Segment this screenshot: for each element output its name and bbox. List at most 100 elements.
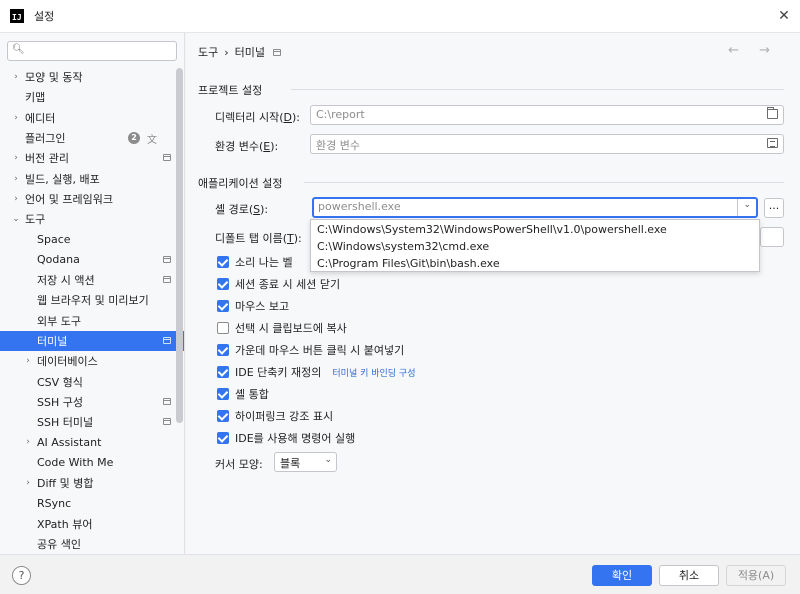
sidebar-item[interactable]: › AI Assistant (0, 432, 184, 452)
chevron-down-icon[interactable]: ⌄ (11, 214, 21, 224)
shell-path-option[interactable]: C:\Program Files\Git\bin\bash.exe (311, 255, 759, 272)
checkbox-row[interactable]: IDE 단축키 재정의 터미널 키 바인딩 구성 (217, 364, 416, 380)
sidebar-item[interactable]: 키맵 (0, 87, 184, 107)
sidebar-item-label: 터미널 (37, 335, 68, 348)
chevron-right-icon[interactable]: › (11, 174, 21, 184)
shell-path-option[interactable]: C:\Windows\system32\cmd.exe (311, 238, 759, 255)
sidebar-item[interactable]: 외부 도구 (0, 311, 184, 331)
chevron-right-icon[interactable]: › (11, 72, 21, 82)
sidebar-item[interactable]: RSync (0, 493, 184, 513)
project-scope-icon (163, 154, 171, 162)
sidebar-item[interactable]: Code With Me (0, 453, 184, 473)
configure-keybindings-link[interactable]: 터미널 키 바인딩 구성 (332, 366, 415, 379)
checkbox-checked[interactable] (217, 278, 229, 290)
project-scope-icon (163, 336, 171, 344)
start-directory-input[interactable]: C:\report (310, 105, 784, 125)
sidebar-item[interactable]: ⌄ 도구 (0, 209, 184, 229)
default-tab-name-input[interactable] (760, 227, 784, 247)
edit-list-icon[interactable] (767, 138, 778, 148)
checkbox-checked[interactable] (217, 388, 229, 400)
checkbox-row[interactable]: IDE를 사용해 명령어 실행 (217, 430, 355, 446)
sidebar-item[interactable]: SSH 구성 (0, 392, 184, 412)
sidebar-item[interactable]: 터미널 (0, 330, 184, 352)
sidebar-item-label: 플러그인 (25, 132, 66, 146)
checkbox-checked[interactable] (217, 344, 229, 356)
checkbox-checked[interactable] (217, 256, 229, 268)
start-directory-label: 디렉터리 시작(D): (215, 111, 300, 124)
sidebar-item-label: Diff 및 병합 (37, 477, 94, 491)
checkbox-unchecked[interactable] (217, 322, 229, 334)
shell-path-dropdown: C:\Windows\System32\WindowsPowerShell\v1… (310, 219, 760, 272)
window-title: 설정 (34, 10, 55, 23)
chevron-right-icon[interactable]: › (11, 194, 21, 204)
environment-variables-input[interactable]: 환경 변수 (310, 134, 784, 154)
sidebar-item[interactable]: › 데이터베이스 (0, 351, 184, 371)
chevron-right-icon[interactable]: › (23, 437, 33, 447)
sidebar-item[interactable]: XPath 뷰어 (0, 514, 184, 534)
checkbox-row[interactable]: 선택 시 클립보드에 복사 (217, 320, 347, 336)
close-icon[interactable]: ✕ (776, 8, 792, 24)
sidebar-item[interactable]: › 버전 관리 (0, 148, 184, 168)
environment-variables-label: 환경 변수(E): (215, 140, 279, 153)
sidebar-item-label: Code With Me (37, 456, 114, 470)
sidebar-item[interactable]: › 빌드, 실행, 배포 (0, 168, 184, 188)
checkbox-row[interactable]: 셸 통합 (217, 386, 269, 402)
checkbox-checked[interactable] (217, 300, 229, 312)
sidebar-item[interactable]: 웹 브라우저 및 미리보기 (0, 290, 184, 310)
chevron-right-icon[interactable]: › (23, 478, 33, 488)
sidebar-item[interactable]: SSH 터미널 (0, 412, 184, 432)
breadcrumb-separator: › (224, 45, 229, 59)
sidebar-item-label: 언어 및 프레임워크 (25, 192, 113, 206)
chevron-down-icon[interactable]: ⌄ (743, 200, 751, 210)
sidebar-item-label: RSync (37, 496, 72, 510)
sidebar-item-label: 키맵 (25, 91, 46, 105)
sidebar-item[interactable]: Space (0, 229, 184, 249)
breadcrumb-parent[interactable]: 도구 (198, 44, 218, 60)
sidebar-item-label: 공유 색인 (37, 537, 81, 551)
sidebar-item-label: 웹 브라우저 및 미리보기 (37, 294, 149, 308)
sidebar-item[interactable]: › Diff 및 병합 (0, 473, 184, 493)
checkbox-row[interactable]: 세션 종료 시 세션 닫기 (217, 276, 340, 292)
chevron-right-icon[interactable]: › (23, 356, 33, 366)
ok-button[interactable]: 확인 (592, 565, 652, 586)
sidebar-item[interactable]: › 언어 및 프레임워크 (0, 189, 184, 209)
project-scope-icon (273, 48, 282, 56)
project-scope-icon (163, 397, 171, 405)
settings-sidebar: 🔍︎ › 모양 및 동작 키맵 › 에디터 플러그인 2 文 › 버전 관리 › 빌드, 실행, 배포… (0, 33, 185, 554)
cancel-button[interactable]: 취소 (659, 565, 719, 586)
checkbox-checked[interactable] (217, 410, 229, 422)
checkbox-label: 가운데 마우스 버튼 클릭 시 붙여넣기 (235, 344, 405, 357)
sidebar-item[interactable]: › 모양 및 동작 (0, 67, 184, 87)
sidebar-item[interactable]: CSV 형식 (0, 371, 184, 391)
checkbox-row[interactable]: 가운데 마우스 버튼 클릭 시 붙여넣기 (217, 342, 404, 358)
chevron-right-icon[interactable]: › (11, 153, 21, 163)
checkbox-label: 셸 통합 (235, 388, 269, 401)
sidebar-item[interactable]: Qodana (0, 250, 184, 270)
checkbox-label: 선택 시 클립보드에 복사 (235, 322, 347, 335)
apply-button[interactable]: 적용(A) (726, 565, 786, 586)
shell-path-combobox[interactable]: powershell.exe ⌄ (312, 197, 758, 218)
sidebar-item[interactable]: 플러그인 2 文 (0, 128, 184, 148)
sidebar-scrollbar[interactable] (176, 68, 183, 423)
checkbox-row[interactable]: 소리 나는 벨 (217, 254, 293, 270)
chevron-right-icon[interactable]: › (11, 113, 21, 123)
update-count-badge: 2 (128, 131, 140, 144)
intellij-logo-icon: IJ (10, 9, 24, 23)
section-divider (304, 182, 784, 183)
browse-button[interactable]: ... (764, 198, 784, 218)
checkbox-row[interactable]: 마우스 보고 (217, 298, 289, 314)
checkbox-row[interactable]: 하이퍼링크 강조 표시 (217, 408, 333, 424)
shell-path-label: 셸 경로(S): (215, 203, 269, 216)
checkbox-checked[interactable] (217, 366, 229, 378)
help-icon[interactable]: ? (12, 566, 31, 585)
sidebar-item[interactable]: 공유 색인 (0, 534, 184, 554)
cursor-shape-select[interactable]: 블록 ⌄ (274, 452, 337, 472)
back-forward-arrows[interactable]: ← → (728, 43, 778, 58)
settings-search-input[interactable]: 🔍︎ (7, 41, 177, 61)
shell-path-option[interactable]: C:\Windows\System32\WindowsPowerShell\v1… (311, 221, 759, 238)
sidebar-item[interactable]: 저장 시 액션 (0, 270, 184, 290)
sidebar-item[interactable]: › 에디터 (0, 108, 184, 128)
sidebar-item-label: 빌드, 실행, 배포 (25, 172, 100, 186)
checkbox-checked[interactable] (217, 432, 229, 444)
folder-icon[interactable] (767, 107, 778, 119)
